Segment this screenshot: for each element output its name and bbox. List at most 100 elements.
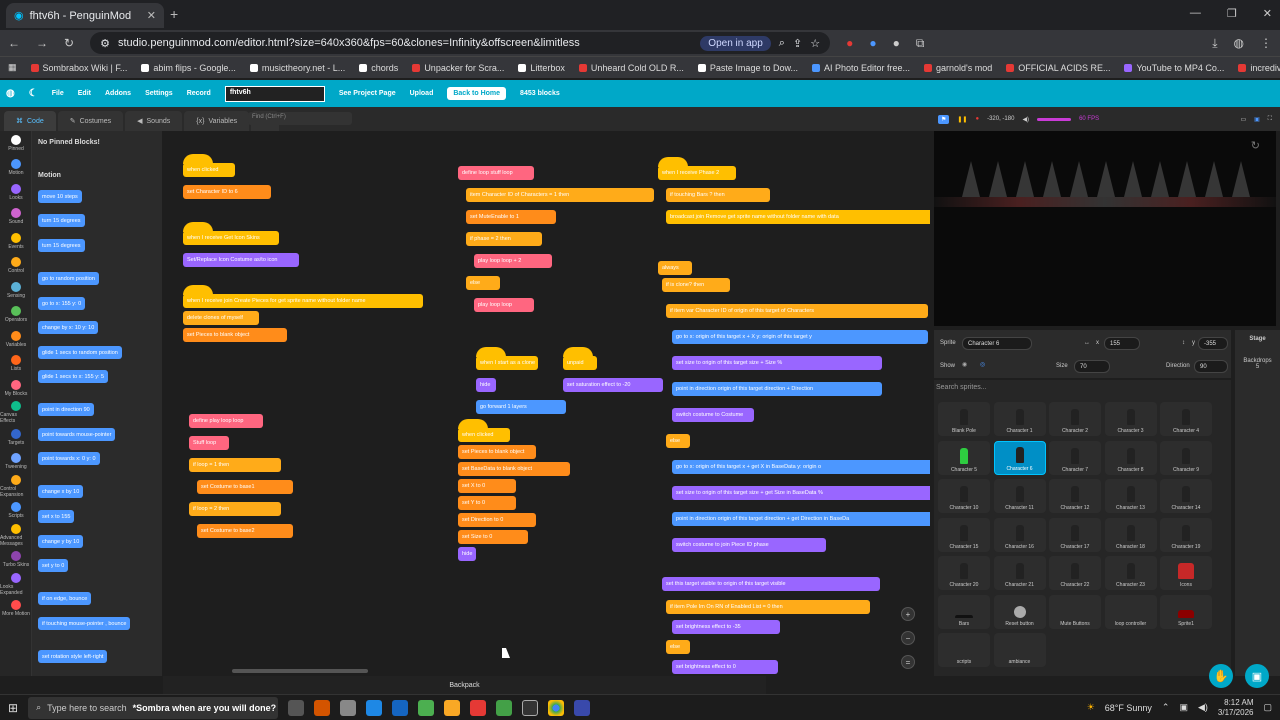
add-backdrop-button[interactable]: ▣ bbox=[1245, 664, 1269, 688]
script-block[interactable]: when clicked bbox=[183, 163, 235, 177]
palette-block[interactable]: turn 15 degrees bbox=[38, 239, 85, 252]
category-control[interactable]: Control bbox=[0, 254, 32, 279]
sprite-tile[interactable]: ambiance bbox=[993, 633, 1046, 667]
small-stage-icon[interactable]: ▭ bbox=[1240, 116, 1246, 123]
menu-addons[interactable]: Addons bbox=[105, 90, 131, 97]
back-to-home-button[interactable]: Back to Home bbox=[447, 87, 507, 100]
sprite-tile[interactable]: Character 9 bbox=[1160, 440, 1212, 475]
palette-block[interactable]: point in direction 90 bbox=[38, 403, 94, 416]
script-block[interactable]: switch costume to join Piece ID phase bbox=[672, 538, 826, 552]
script-block[interactable]: set saturation effect to -20 bbox=[563, 378, 663, 392]
script-block[interactable]: set Y to 0 bbox=[458, 496, 516, 510]
script-block[interactable]: set brightness effect to -35 bbox=[672, 620, 780, 634]
download-icon[interactable]: ⤓ bbox=[1212, 36, 1217, 51]
extension-icon[interactable]: ● bbox=[846, 36, 853, 50]
file-explorer-icon[interactable] bbox=[444, 699, 461, 716]
script-block[interactable]: when I receive Phase 2 bbox=[658, 166, 736, 180]
script-block[interactable]: go forward 1 layers bbox=[476, 400, 566, 414]
palette-block[interactable]: change x by 10 bbox=[38, 485, 84, 498]
script-block[interactable]: hide bbox=[476, 378, 496, 392]
script-block[interactable]: Set/Replace Icon Costume as/to icon bbox=[183, 253, 299, 267]
category-canvas-effects[interactable]: Canvas Effects bbox=[0, 401, 32, 426]
palette-block[interactable]: set y to 0 bbox=[38, 559, 69, 572]
script-block[interactable]: define play loop loop bbox=[189, 414, 263, 428]
bookmark-item[interactable]: Paste Image to Dow... bbox=[697, 63, 798, 73]
sprite-tile[interactable]: Sprite1 bbox=[1160, 594, 1212, 629]
address-bar[interactable]: ⚙ studio.penguinmod.com/editor.html?size… bbox=[90, 32, 831, 54]
script-block[interactable]: delete clones of myself bbox=[183, 311, 259, 325]
stage-target-panel[interactable]: Stage Backdrops 5 ✋ ▣ bbox=[1209, 330, 1280, 688]
script-block[interactable]: if item var Character ID of origin of th… bbox=[666, 304, 928, 318]
site-info-icon[interactable]: ⚙ bbox=[100, 37, 110, 50]
palette-block[interactable]: set rotation style left-right bbox=[38, 650, 108, 663]
new-tab-icon[interactable]: + bbox=[170, 6, 178, 22]
script-workspace[interactable]: when clicked set Character ID to 6 when I … bbox=[163, 131, 930, 676]
sprite-tile[interactable]: Blank Pole bbox=[938, 402, 990, 436]
category-events[interactable]: Events bbox=[0, 229, 32, 254]
script-block[interactable]: when I receive join Create Pieces for ge… bbox=[183, 294, 423, 308]
browser-tab[interactable]: ◉ fhtv6h - PenguinMod ✕ bbox=[6, 3, 164, 28]
taskbar-app-icon[interactable] bbox=[366, 699, 383, 716]
tab-sounds[interactable]: ◀ Sounds bbox=[125, 111, 183, 131]
sprite-tile[interactable]: Character 19 bbox=[1160, 517, 1212, 552]
script-block[interactable]: when I receive Get Icon Skins bbox=[183, 231, 279, 245]
clock[interactable]: 8:12 AM 3/17/2026 bbox=[1218, 698, 1254, 718]
sprite-tile[interactable]: Bars bbox=[938, 594, 990, 629]
palette-block[interactable]: go to x: 155 y: 0 bbox=[38, 297, 86, 310]
script-block[interactable]: hide bbox=[458, 547, 476, 561]
sprite-tile[interactable]: Character 7 bbox=[1049, 440, 1101, 475]
bookmark-item[interactable]: OFFICIAL ACIDS RE... bbox=[1006, 63, 1110, 73]
speaker-icon[interactable]: ◀) bbox=[1198, 702, 1208, 713]
script-block[interactable]: if is clone? then bbox=[662, 278, 730, 292]
script-block[interactable]: else bbox=[466, 276, 500, 290]
palette-block[interactable]: go to random position bbox=[38, 272, 99, 285]
tab-code[interactable]: ⌘ Code bbox=[4, 111, 56, 131]
palette-block[interactable]: glide 1 secs to random position bbox=[38, 346, 122, 359]
palette-block[interactable]: glide 1 secs to x: 155 y: 5 bbox=[38, 370, 109, 383]
palette-block[interactable]: if on edge, bounce bbox=[38, 592, 92, 605]
pause-icon[interactable]: ❚❚ bbox=[957, 116, 967, 123]
bookmark-item[interactable]: musictheory.net - L... bbox=[249, 63, 345, 73]
category-scripts[interactable]: Scripts bbox=[0, 499, 32, 524]
script-block[interactable]: go to x: origin of this target x + get X… bbox=[672, 460, 930, 474]
fullscreen-icon[interactable]: ⛶ bbox=[1268, 116, 1272, 123]
bookmark-item[interactable]: Unheard Cold OLD R... bbox=[578, 63, 684, 73]
sprite-tile[interactable]: Character 2 bbox=[1049, 402, 1101, 436]
sprite-tile[interactable]: scripts bbox=[938, 633, 990, 667]
sprite-tile[interactable]: Character 11 bbox=[993, 479, 1046, 513]
sprite-tile[interactable]: Character 22 bbox=[1049, 556, 1101, 590]
category-pinned[interactable]: Pinned bbox=[0, 131, 32, 156]
sprite-tile[interactable]: Mute Buttons bbox=[1049, 594, 1101, 629]
sprite-tile[interactable]: Character 17 bbox=[1049, 517, 1101, 552]
sprite-tile[interactable]: Reset button bbox=[993, 594, 1046, 629]
sprite-search-input[interactable]: Search sprites... bbox=[936, 384, 1228, 396]
menu-record[interactable]: Record bbox=[187, 90, 211, 97]
palette-block[interactable]: set x to 155 bbox=[38, 510, 75, 523]
sprite-tile[interactable]: Character 20 bbox=[938, 556, 990, 590]
zoom-reset-icon[interactable]: = bbox=[901, 655, 915, 669]
sprite-tile[interactable]: Character 8 bbox=[1104, 440, 1157, 475]
workspace-horizontal-scrollbar[interactable] bbox=[232, 669, 368, 673]
show-eye-icon[interactable]: ◉ bbox=[962, 361, 967, 368]
category-lists[interactable]: Lists bbox=[0, 352, 32, 377]
script-block[interactable]: always bbox=[658, 261, 692, 275]
script-block[interactable]: set Costume to base2 bbox=[197, 524, 293, 538]
script-block[interactable]: Stuff loop bbox=[189, 436, 229, 450]
size-input[interactable]: 70 bbox=[1074, 360, 1110, 373]
script-block[interactable]: set this target visible to origin of thi… bbox=[662, 577, 880, 591]
script-block[interactable]: if item Pole Im On RN of Enabled List = … bbox=[666, 600, 870, 614]
category-turbo-skins[interactable]: Turbo Skins bbox=[0, 548, 32, 573]
theme-moon-icon[interactable]: ☾ bbox=[29, 88, 38, 99]
forward-icon[interactable]: → bbox=[36, 36, 48, 50]
script-block[interactable]: switch costume to Costume bbox=[672, 408, 754, 422]
taskbar-app-icon[interactable] bbox=[574, 699, 591, 716]
category-sound[interactable]: Sound bbox=[0, 205, 32, 230]
bookmark-star-icon[interactable]: ☆ bbox=[810, 37, 820, 50]
category-variables[interactable]: Variables bbox=[0, 327, 32, 352]
script-block[interactable]: set MuteEnable to 1 bbox=[466, 210, 556, 224]
palette-block[interactable]: change y by 10 bbox=[38, 535, 84, 548]
bookmark-item[interactable]: Unpacker for Scra... bbox=[412, 63, 504, 73]
taskbar-app-icon[interactable] bbox=[522, 699, 539, 716]
bookmark-item[interactable]: Sombrabox Wiki | F... bbox=[30, 63, 127, 73]
chrome-icon[interactable] bbox=[548, 699, 565, 716]
